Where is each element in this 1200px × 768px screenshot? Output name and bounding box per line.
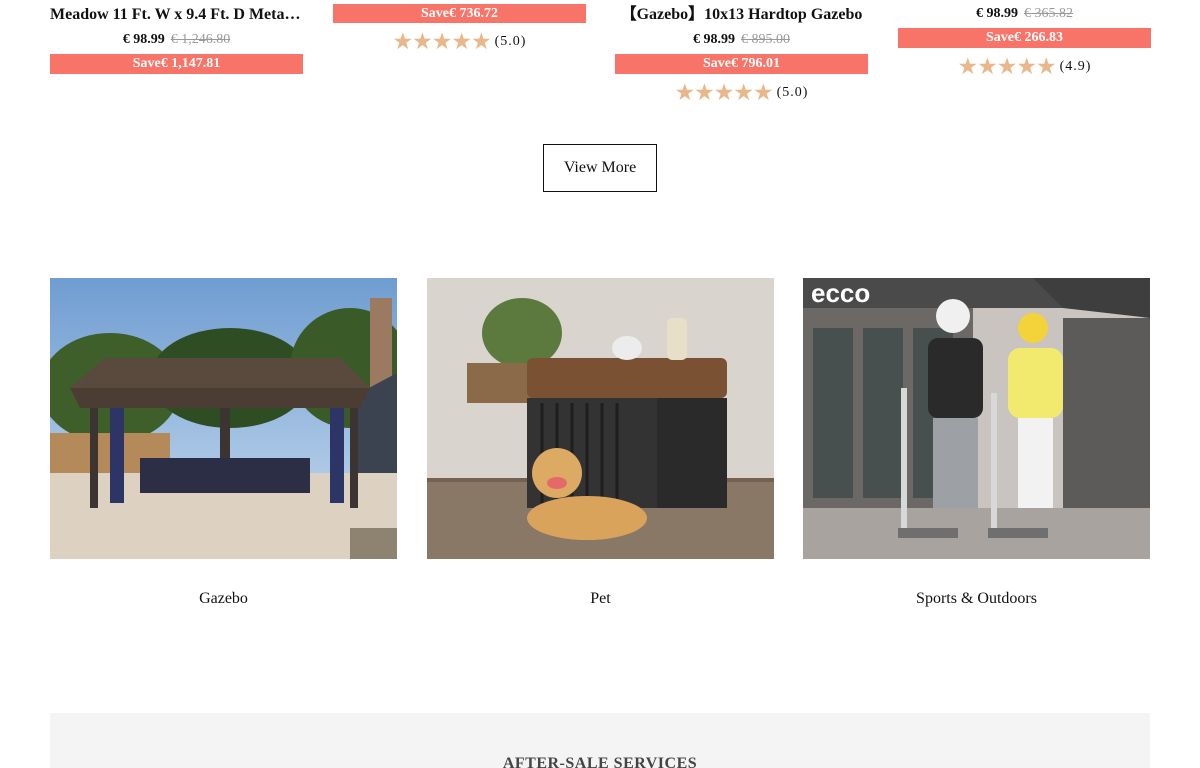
- save-badge: Save€ 1,147.81: [50, 54, 303, 74]
- sale-price: € 98.99: [693, 32, 735, 47]
- category-label[interactable]: Gazebo: [50, 590, 397, 608]
- svg-text:ecco: ecco: [811, 278, 870, 308]
- rating-value: (5.0): [776, 85, 809, 100]
- scooter-photo[interactable]: ecco: [803, 278, 1150, 559]
- pet-crate-photo[interactable]: [427, 278, 774, 559]
- save-badge: Save€ 736.72: [333, 4, 586, 23]
- category-card-pet[interactable]: Pet: [427, 278, 774, 607]
- price-line: € 98.99 € 895.00: [615, 31, 868, 49]
- sale-price: € 98.99: [976, 6, 1018, 21]
- category-label[interactable]: Pet: [427, 590, 774, 608]
- price-line: € 98.99 € 365.82: [898, 5, 1151, 23]
- price-line: € 98.99 € 1,246.80: [50, 31, 303, 49]
- star-rating-icon: ★★★★★: [674, 80, 774, 105]
- category-card-gazebo[interactable]: Gazebo: [50, 278, 397, 607]
- original-price: € 1,246.80: [170, 32, 231, 47]
- save-badge: Save€ 266.83: [898, 28, 1151, 48]
- rating: ★★★★★ (5.0): [333, 29, 586, 54]
- original-price: € 365.82: [1024, 6, 1073, 21]
- sale-price: € 98.99: [122, 32, 165, 47]
- rating-value: (5.0): [494, 34, 527, 49]
- rating-value: (4.9): [1059, 59, 1092, 74]
- rating: ★★★★★ (4.9): [898, 54, 1151, 79]
- gazebo-photo[interactable]: [50, 278, 397, 559]
- after-sale-section: AFTER-SALE SERVICES: [50, 713, 1150, 768]
- star-rating-icon: ★★★★★: [957, 54, 1057, 79]
- category-label[interactable]: Sports & Outdoors: [803, 590, 1150, 608]
- category-grid: Gazebo Pet ecco Sports & Outdoors: [50, 278, 1150, 618]
- product-title[interactable]: Meadow 11 Ft. W x 9.4 Ft. D Metal Gazebo: [50, 4, 303, 26]
- view-more-button[interactable]: View More: [543, 144, 657, 192]
- star-rating-icon: ★★★★★: [392, 29, 492, 54]
- original-price: € 895.00: [741, 32, 790, 47]
- rating: ★★★★★ (5.0): [615, 80, 868, 105]
- product-title[interactable]: 【Gazebo】10x13 Hardtop Gazebo: [615, 4, 868, 26]
- category-card-sports-outdoors[interactable]: ecco Sports & Outdoors: [803, 278, 1150, 607]
- product-row: Meadow 11 Ft. W x 9.4 Ft. D Metal Gazebo…: [50, 0, 1151, 120]
- save-badge: Save€ 796.01: [615, 54, 868, 74]
- after-sale-title: AFTER-SALE SERVICES: [502, 755, 698, 768]
